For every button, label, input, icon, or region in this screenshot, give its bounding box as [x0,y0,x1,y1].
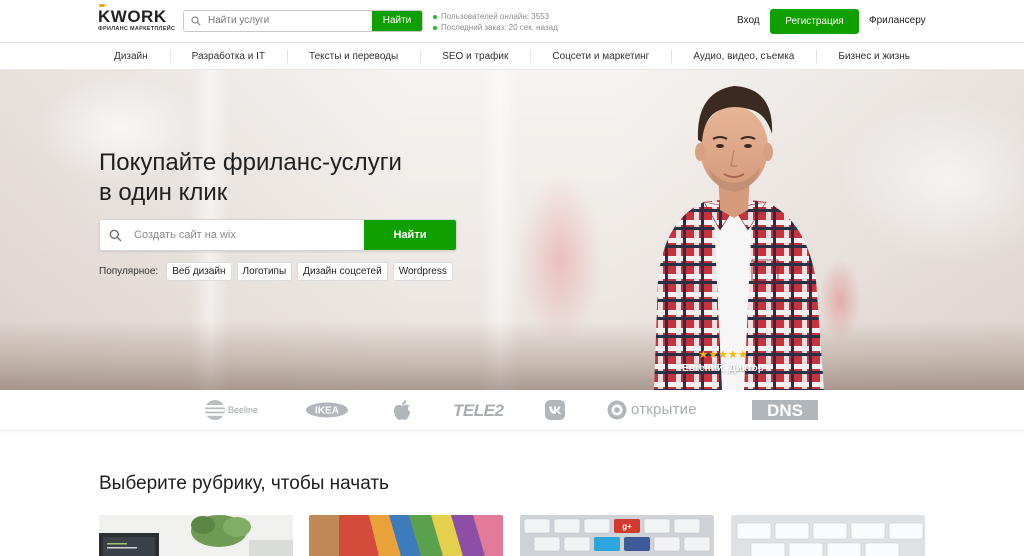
nav-item-texts[interactable]: Тексты и переводы [287,43,420,69]
brand-dns: DNS [752,400,818,425]
hero-banner: Покупайте фриланс-услуги в один клик Соз… [0,70,1024,390]
header-search-button[interactable]: Найти [372,11,422,31]
hero-floor-shade [0,320,1024,390]
rubric-title: Выберите рубрику, чтобы начать [99,473,389,494]
hero-title-line1: Покупайте фриланс-услуги [99,149,402,176]
last-order-stat: Последний заказ: 20 сек. назад [433,22,558,33]
brand-ikea: IKEA [305,402,349,423]
client-brands: Beeline IKEA TELE2 открытие DNS [0,390,1024,431]
brand-dns-label: DNS [767,401,803,420]
nav-item-development[interactable]: Разработка и IT [169,43,287,69]
online-users-text: Пользователей онлайн: 3553 [441,12,549,21]
header-search: Найти [183,10,423,32]
site-stats: Пользователей онлайн: 3553 Последний зак… [433,11,558,33]
register-button[interactable]: Регистрация [770,9,859,34]
freelancer-caption: ★★★★★ Евгений, Диктор [676,348,770,374]
brand-otkrytie-label: открытие [631,401,697,418]
logo-subtitle: ФРИЛАНС МАРКЕТПЛЕЙС [98,26,176,32]
search-icon [109,229,122,242]
ikea-logo-icon: IKEA [306,402,348,418]
hero-search-button[interactable]: Найти [364,220,456,250]
rubric-card-image [99,515,293,556]
popular-tag-wordpress[interactable]: Wordpress [392,262,453,281]
otkrytie-logo-icon [607,400,627,420]
search-icon [191,16,201,26]
online-users-stat: Пользователей онлайн: 3553 [433,11,558,22]
logo-word: KWORK [98,7,167,26]
brand-otkrytie: открытие [607,400,697,425]
login-link[interactable]: Вход [737,15,760,26]
rubric-card-image: g+ [520,515,714,556]
rubric-card-image [731,515,925,556]
nav-item-design[interactable]: Дизайн [92,43,170,69]
popular-label: Популярное: [99,266,159,277]
online-dot-icon [433,14,437,19]
hero-search: Создать сайт на wix Найти [99,219,457,251]
rubric-card-development[interactable] [309,515,503,556]
rubric-card-design[interactable] [99,515,293,556]
rubric-card-social[interactable]: g+ [520,515,714,556]
header-search-input[interactable] [208,11,368,31]
nav-item-media[interactable]: Аудио, видео, съемка [671,43,816,69]
rating-stars: ★★★★★ [698,349,748,361]
brand-tele2: TELE2 [453,401,504,420]
nav-item-social[interactable]: Соцсети и маркетинг [530,43,671,69]
last-order-text: Последний заказ: 20 сек. назад [441,23,558,32]
nav-item-business[interactable]: Бизнес и жизнь [816,43,932,69]
rubric-card-business[interactable] [731,515,925,556]
online-dot-icon [433,25,437,30]
hero-title-line2: в один клик [99,179,228,206]
brand-vk [545,400,565,425]
beeline-logo-icon [205,400,225,420]
dns-logo-icon: DNS [752,400,818,420]
brand-beeline: Beeline [204,399,258,426]
popular-tags: Популярное: Веб дизайн Логотипы Дизайн с… [99,262,458,281]
category-nav: Дизайн Разработка и IT Тексты и переводы… [0,43,1024,70]
site-header: KWORK ФРИЛАНС МАРКЕТПЛЕЙС Найти Пользова… [0,0,1024,43]
brand-beeline-label: Beeline [228,405,259,415]
freelancer-name: Евгений, Диктор [682,363,764,374]
popular-tag-web-design[interactable]: Веб дизайн [166,262,232,281]
rubric-card-image [309,515,503,556]
nav-item-seo[interactable]: SEO и трафик [420,43,530,69]
brand-apple [393,400,411,426]
popular-tag-social-design[interactable]: Дизайн соцсетей [297,262,388,281]
apple-logo-icon [394,400,410,420]
popular-tag-logos[interactable]: Логотипы [236,262,293,281]
hero-title: Покупайте фриланс-услуги в один клик [99,148,439,208]
freelancer-photo [654,86,824,390]
freelancer-link[interactable]: Фрилансеру [869,15,926,26]
hero-search-input[interactable]: Создать сайт на wix [134,220,354,250]
logo-wordmark: KWORK [98,7,175,26]
brand-ikea-label: IKEA [315,406,339,417]
kwork-logo[interactable]: KWORK ФРИЛАНС МАРКЕТПЛЕЙС [98,7,176,32]
vk-logo-icon [545,400,565,420]
svg-text:g+: g+ [622,522,632,531]
